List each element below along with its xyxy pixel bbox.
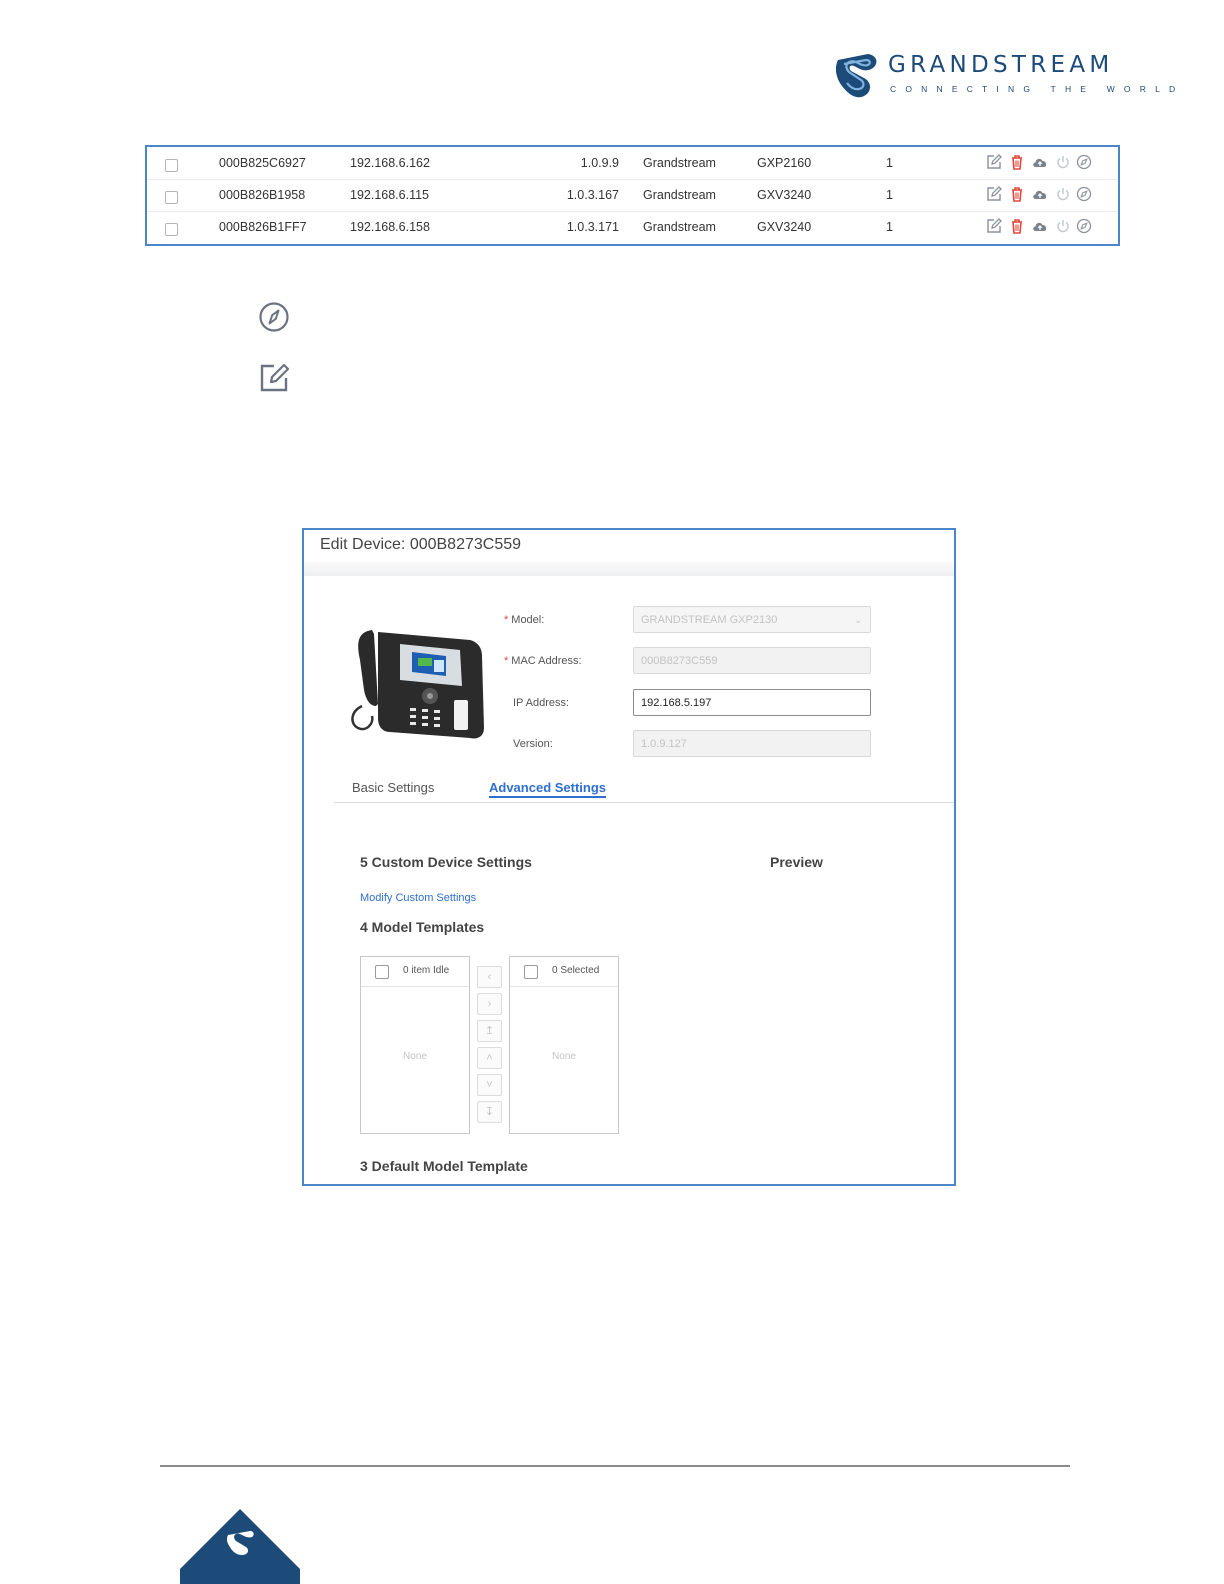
vendor-cell: Grandstream (643, 220, 716, 234)
cloud-upload-icon[interactable] (1031, 217, 1049, 235)
version-cell: 1.0.3.167 (566, 188, 619, 202)
selected-templates-list: 0 Selected None (509, 956, 619, 1134)
select-all-idle-checkbox[interactable] (375, 965, 389, 979)
row-checkbox[interactable] (165, 159, 178, 172)
power-icon[interactable] (1054, 185, 1072, 203)
compass-icon[interactable] (1075, 185, 1093, 203)
mac-cell: 000B826B1958 (219, 188, 306, 202)
cloud-upload-icon[interactable] (1031, 185, 1049, 203)
move-top-button[interactable]: ↥ (477, 1020, 502, 1042)
row-checkbox[interactable] (165, 223, 178, 236)
dialog-header-divider (304, 562, 954, 576)
chevron-down-icon: ⌄ (854, 615, 862, 625)
delete-icon[interactable] (1008, 153, 1026, 171)
move-bottom-button[interactable]: ↧ (477, 1101, 502, 1123)
compass-icon[interactable] (1075, 153, 1093, 171)
version-field[interactable]: 1.0.9.127 (633, 730, 871, 757)
tab-basic-settings[interactable]: Basic Settings (352, 780, 434, 795)
grandstream-logo: GRANDSTREAM CONNECTING THE WORLD (834, 52, 1175, 100)
ip-cell: 192.168.6.162 (350, 156, 430, 170)
model-select-value: GRANDSTREAM GXP2130 (641, 614, 778, 626)
preview-heading: Preview (770, 854, 823, 870)
empty-placeholder: None (403, 1051, 427, 1062)
mac-address-field[interactable]: 000B8273C559 (633, 647, 871, 674)
mac-label: * MAC Address: (504, 655, 582, 667)
model-label-text: Model: (511, 614, 545, 626)
model-templates-heading: 4 Model Templates (360, 919, 485, 935)
move-up-button[interactable]: ˄ (477, 1047, 502, 1069)
ip-label: IP Address: (513, 697, 570, 709)
table-row: 000B826B1958 192.168.6.115 1.0.3.167 Gra… (147, 179, 1118, 212)
tabs-divider (334, 802, 954, 803)
compass-icon (259, 302, 289, 332)
version-label: Version: (513, 738, 553, 750)
delete-icon[interactable] (1008, 185, 1026, 203)
custom-settings-heading: 5 Custom Device Settings (360, 854, 532, 870)
row-checkbox[interactable] (165, 191, 178, 204)
edit-device-dialog: Edit Device: 000B8273C559 * Model: GRANDS… (302, 528, 956, 1186)
move-right-button[interactable]: › (477, 993, 502, 1015)
account-cell: 1 (886, 188, 893, 202)
edit-icon (260, 363, 290, 392)
table-row: 000B826B1FF7 192.168.6.158 1.0.3.171 Gra… (147, 211, 1118, 243)
vendor-cell: Grandstream (643, 156, 716, 170)
move-down-button[interactable]: ˅ (477, 1074, 502, 1096)
cloud-upload-icon[interactable] (1031, 153, 1049, 171)
mac-cell: 000B825C6927 (219, 156, 306, 170)
footer-divider (160, 1465, 1070, 1467)
brand-name: GRANDSTREAM (888, 52, 1114, 78)
dialog-title: Edit Device: 000B8273C559 (320, 536, 522, 553)
mac-cell: 000B826B1FF7 (219, 220, 307, 234)
table-row: 000B825C6927 192.168.6.162 1.0.9.9 Grand… (147, 147, 1118, 180)
select-all-selected-checkbox[interactable] (524, 965, 538, 979)
idle-templates-list: 0 item Idle None (360, 956, 470, 1134)
account-cell: 1 (886, 220, 893, 234)
power-icon[interactable] (1054, 217, 1072, 235)
edit-icon[interactable] (985, 185, 1003, 203)
edit-icon[interactable] (985, 153, 1003, 171)
model-label: * Model: (504, 614, 544, 626)
power-icon[interactable] (1054, 153, 1072, 171)
modify-custom-settings-link[interactable]: Modify Custom Settings (360, 892, 476, 904)
vendor-cell: Grandstream (643, 188, 716, 202)
delete-icon[interactable] (1008, 217, 1026, 235)
required-marker: * (504, 655, 509, 667)
edit-icon[interactable] (985, 217, 1003, 235)
mac-label-text: MAC Address: (511, 655, 582, 667)
empty-placeholder: None (552, 1051, 576, 1062)
model-select[interactable]: GRANDSTREAM GXP2130 ⌄ (633, 606, 871, 633)
compass-icon[interactable] (1075, 217, 1093, 235)
grandstream-footer-logo (180, 1509, 300, 1584)
brand-tagline: CONNECTING THE WORLD (890, 84, 1185, 94)
version-cell: 1.0.9.9 (580, 156, 619, 170)
ip-cell: 192.168.6.115 (350, 188, 430, 202)
version-cell: 1.0.3.171 (566, 220, 619, 234)
selected-count-label: 0 Selected (552, 965, 600, 976)
phone-image (351, 630, 484, 739)
tab-advanced-settings[interactable]: Advanced Settings (489, 780, 607, 798)
account-cell: 1 (886, 156, 893, 170)
idle-list-header: 0 item Idle (361, 957, 469, 987)
default-template-heading: 3 Default Model Template (360, 1158, 528, 1174)
device-table: 000B825C6927 192.168.6.162 1.0.9.9 Grand… (145, 145, 1120, 246)
ip-cell: 192.168.6.158 (350, 220, 430, 234)
ip-address-field[interactable]: 192.168.5.197 (633, 689, 871, 716)
model-cell: GXV3240 (757, 220, 812, 234)
model-cell: GXV3240 (757, 188, 812, 202)
model-cell: GXP2160 (757, 156, 812, 170)
selected-list-header: 0 Selected (510, 957, 618, 987)
move-left-button[interactable]: ‹ (477, 966, 502, 988)
grandstream-logo-mark (835, 54, 877, 98)
required-marker: * (504, 614, 509, 626)
idle-count-label: 0 item Idle (403, 965, 450, 976)
